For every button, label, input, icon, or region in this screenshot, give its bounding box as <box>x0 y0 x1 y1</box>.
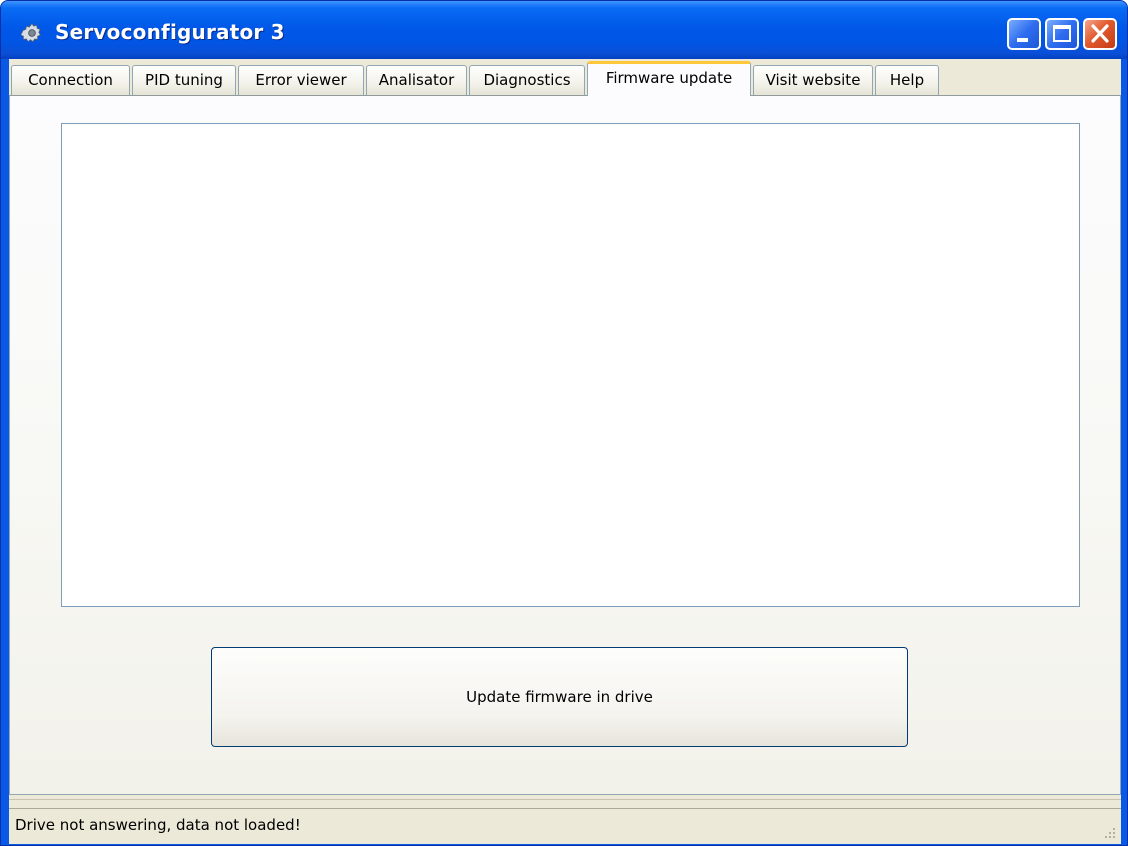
tab-diagnostics[interactable]: Diagnostics <box>469 65 585 95</box>
tab-analisator[interactable]: Analisator <box>366 65 467 95</box>
resize-grip-icon[interactable] <box>1101 824 1117 840</box>
status-message: Drive not answering, data not loaded! <box>9 808 1121 842</box>
minimize-button[interactable] <box>1007 18 1041 50</box>
client-area: Connection PID tuning Error viewer Anali… <box>9 59 1121 844</box>
tab-help[interactable]: Help <box>875 65 939 95</box>
firmware-log-box[interactable] <box>61 123 1080 607</box>
window-title: Servoconfigurator 3 <box>55 20 285 44</box>
gear-icon[interactable] <box>20 22 43 44</box>
tab-error-viewer[interactable]: Error viewer <box>238 65 364 95</box>
tab-firmware-update[interactable]: Firmware update <box>587 61 751 96</box>
title-bar[interactable]: Servoconfigurator 3 <box>1 1 1127 59</box>
tab-connection[interactable]: Connection <box>11 65 130 95</box>
tab-pid-tuning[interactable]: PID tuning <box>132 65 236 95</box>
firmware-update-page: Update firmware in drive <box>9 95 1121 795</box>
app-window: Servoconfigurator 3 Connection PID tunin… <box>0 0 1128 846</box>
status-bar: Drive not answering, data not loaded! <box>9 799 1121 844</box>
update-firmware-button[interactable]: Update firmware in drive <box>211 647 908 747</box>
close-button[interactable] <box>1083 18 1117 50</box>
tab-strip: Connection PID tuning Error viewer Anali… <box>9 59 1121 96</box>
minimize-icon <box>1017 38 1028 42</box>
maximize-button[interactable] <box>1045 18 1079 50</box>
tab-visit-website[interactable]: Visit website <box>753 65 873 95</box>
maximize-icon <box>1053 25 1071 42</box>
close-icon <box>1091 24 1109 43</box>
